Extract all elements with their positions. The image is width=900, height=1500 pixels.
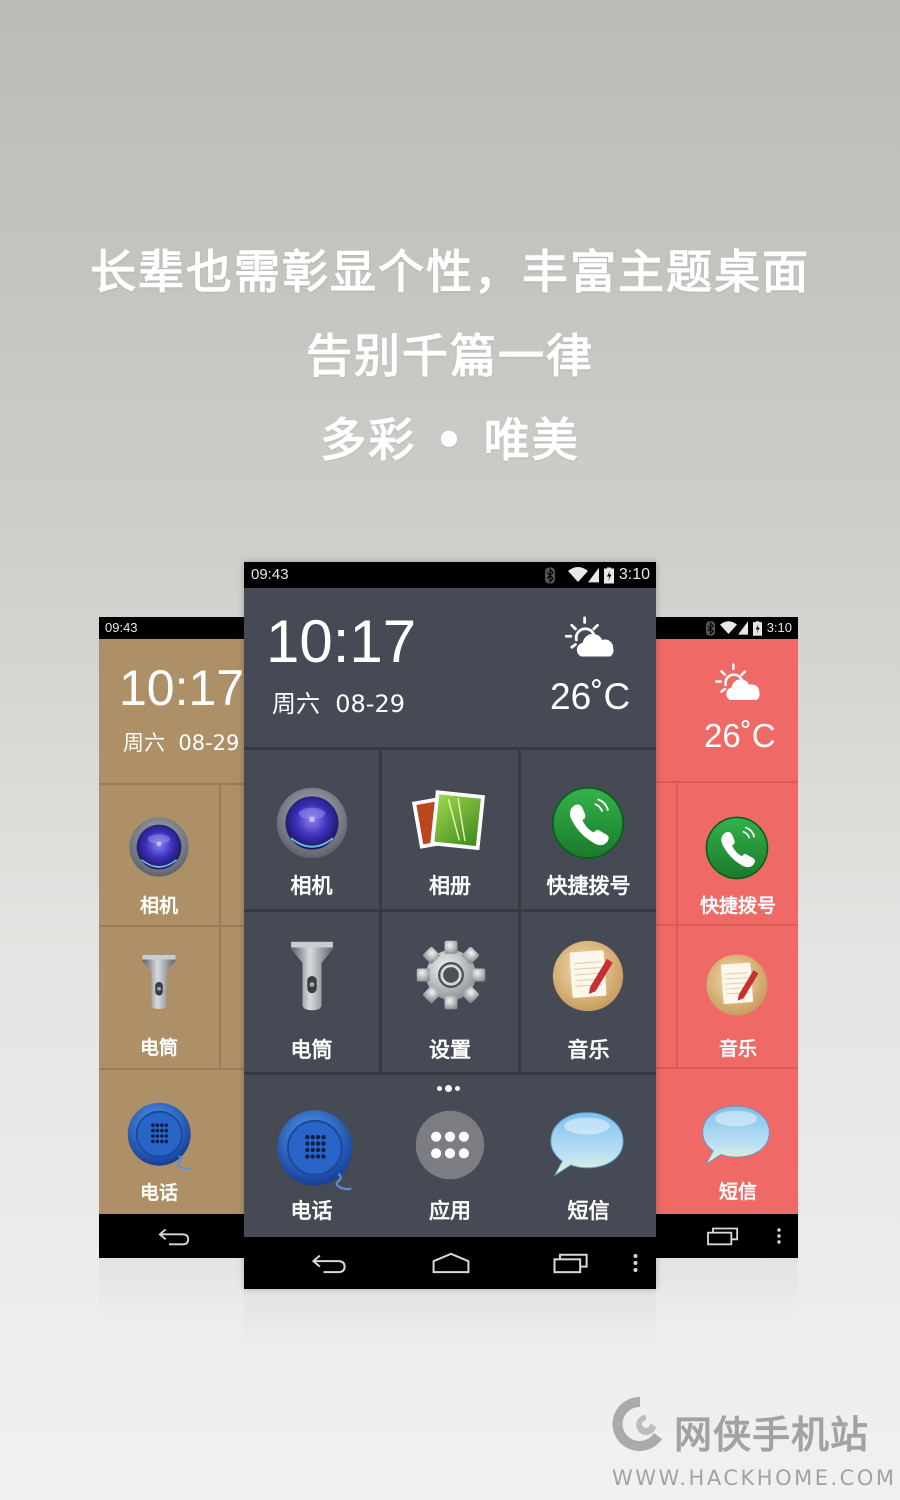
app-music[interactable]: 音乐	[521, 912, 656, 1072]
app-messages[interactable]: 短信	[656, 1069, 798, 1214]
temperature: 26˚C	[704, 717, 776, 754]
navigation-bar	[656, 1214, 798, 1258]
flashlight-icon	[274, 938, 350, 1014]
status-bar: 09:43	[99, 617, 245, 639]
app-label: 电话	[139, 1182, 178, 1204]
message-bubble-icon	[545, 1107, 629, 1183]
app-flashlight[interactable]: 电筒	[244, 912, 379, 1072]
status-time: 09:43	[105, 620, 138, 635]
phone-dialer-icon	[274, 1107, 360, 1193]
status-time: 09:43	[251, 566, 289, 583]
camera-icon	[274, 785, 350, 861]
app-speed-dial[interactable]: 快捷拨号	[521, 750, 656, 909]
partly-cloudy-icon	[714, 663, 766, 705]
notepad-icon	[550, 938, 626, 1014]
app-label: 电筒	[139, 1037, 178, 1059]
reflection-left	[99, 1258, 245, 1318]
clock-time: 10:17	[119, 660, 245, 716]
app-music[interactable]: 音乐	[678, 926, 798, 1067]
notepad-icon	[704, 952, 770, 1018]
status-icons: 3:10	[706, 620, 792, 636]
app-label: 相册	[429, 874, 471, 898]
status-bar: 09:43 3:10	[244, 562, 656, 588]
navigation-bar	[99, 1214, 245, 1258]
signal-icon	[738, 621, 748, 635]
bluetooth-icon	[545, 567, 555, 584]
temperature: 26˚C	[550, 676, 631, 717]
app-label: 快捷拨号	[546, 874, 631, 898]
app-camera[interactable]: 相机	[244, 750, 379, 909]
app-speed-dial[interactable]: 快捷拨号	[678, 783, 798, 924]
bluetooth-icon	[706, 621, 715, 636]
dock-app-drawer[interactable]: 应用	[382, 1075, 518, 1237]
app-camera[interactable]: 相机	[99, 785, 219, 925]
headline-line-1: 长辈也需彰显个性，丰富主题桌面	[90, 245, 810, 299]
status-time: 3:10	[766, 620, 792, 635]
partly-cloudy-icon	[564, 616, 620, 662]
app-label: 相机	[139, 895, 178, 917]
hackhome-logo-icon	[612, 1396, 662, 1451]
status-icons: 3:10	[545, 566, 650, 584]
watermark-url: WWW.HACKHOME.COM	[612, 1466, 897, 1490]
app-label: 电话	[290, 1199, 333, 1223]
app-label: 短信	[567, 1199, 610, 1223]
menu-icon[interactable]	[632, 1252, 639, 1274]
app-label: 短信	[718, 1181, 757, 1203]
speed-dial-icon	[550, 785, 626, 861]
wifi-icon	[568, 567, 588, 583]
navigation-bar	[244, 1237, 656, 1289]
dock-phone[interactable]: 电话	[244, 1075, 379, 1237]
app-label: 应用	[429, 1199, 471, 1223]
phone-preview-dark-theme: 09:43 3:10 10:17 周六 08-29 26˚C 相机 相册 快捷拨…	[244, 562, 656, 1289]
flashlight-icon	[129, 949, 189, 1015]
headline-line-3: 多彩 • 唯美	[320, 413, 580, 467]
battery-charging-icon	[753, 621, 762, 636]
back-icon[interactable]	[157, 1226, 191, 1246]
phone-preview-red-theme: 3:10 26˚C 快捷拨号 音乐 短信	[656, 617, 798, 1258]
app-label: 设置	[429, 1038, 471, 1062]
wifi-icon	[720, 621, 737, 635]
app-label: 快捷拨号	[699, 895, 776, 917]
watermark-name: 网侠手机站	[674, 1413, 870, 1457]
battery-charging-icon	[604, 567, 614, 584]
settings-gear-icon	[414, 938, 488, 1012]
app-label: 相机	[290, 874, 333, 898]
message-bubble-icon	[698, 1101, 774, 1171]
back-icon[interactable]	[310, 1252, 348, 1274]
gallery-icon	[412, 785, 488, 861]
phone-preview-brown-theme: 09:43 10:17 周六 08-29 相机 电筒 电话	[99, 617, 245, 1258]
app-label: 电筒	[290, 1038, 333, 1062]
reflection-center	[244, 1289, 656, 1349]
app-flashlight[interactable]: 电筒	[99, 927, 219, 1068]
app-phone[interactable]: 电话	[99, 1070, 245, 1214]
app-label: 音乐	[718, 1038, 757, 1060]
clock-date: 周六 08-29	[272, 690, 405, 718]
app-drawer-icon	[413, 1108, 487, 1182]
menu-icon[interactable]	[776, 1226, 782, 1246]
recents-icon[interactable]	[706, 1226, 740, 1246]
speed-dial-icon	[704, 815, 770, 881]
home-icon[interactable]	[430, 1252, 472, 1274]
reflection-right	[656, 1258, 798, 1318]
camera-icon	[127, 815, 191, 879]
app-settings[interactable]: 设置	[382, 912, 518, 1072]
headline-line-2: 告别千篇一律	[306, 329, 594, 383]
recents-icon[interactable]	[552, 1252, 590, 1274]
app-gallery[interactable]: 相册	[382, 750, 518, 909]
status-time: 3:10	[618, 566, 650, 583]
signal-icon	[588, 567, 599, 583]
dock-messages[interactable]: 短信	[521, 1075, 656, 1237]
app-label: 音乐	[567, 1038, 610, 1062]
clock-time: 10:17	[266, 608, 417, 675]
clock-date: 周六 08-29	[123, 731, 240, 755]
status-bar: 3:10	[656, 617, 798, 639]
phone-dialer-icon	[125, 1100, 197, 1172]
